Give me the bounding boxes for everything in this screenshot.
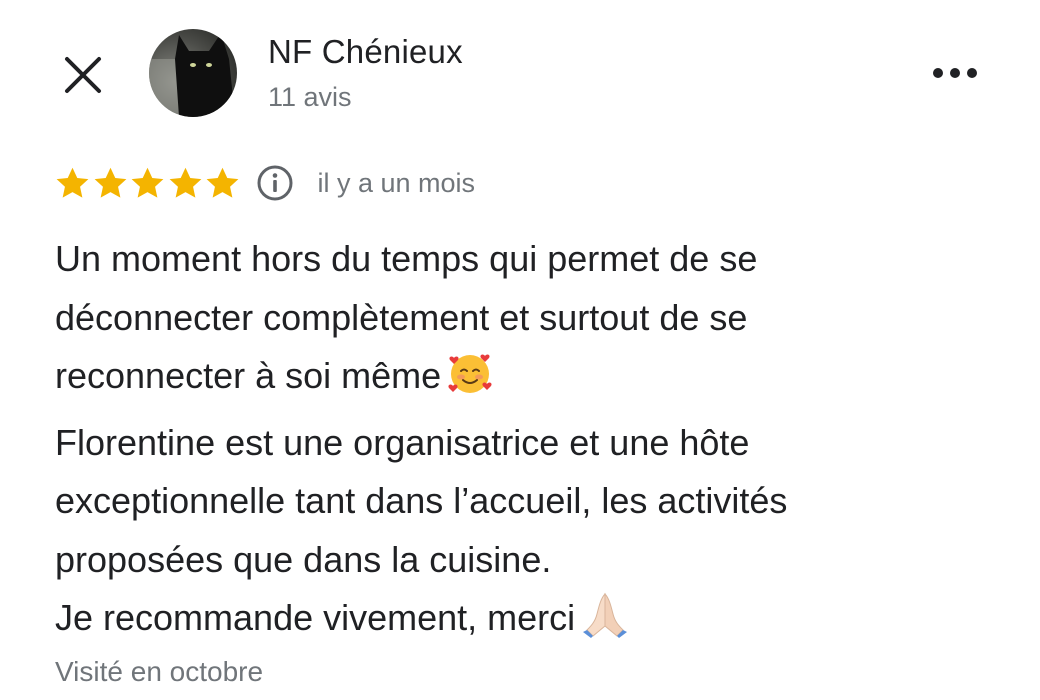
rating-row: il y a un mois: [54, 162, 475, 204]
star-icon: [56, 167, 89, 198]
review-line: reconnecter à soi même: [55, 347, 1015, 414]
avatar[interactable]: [149, 29, 237, 117]
info-icon: [257, 165, 292, 201]
close-button[interactable]: [58, 50, 108, 100]
review-date: il y a un mois: [317, 167, 476, 198]
review-line: Un moment hors du temps qui permet de se: [55, 238, 758, 279]
review-line: exceptionnelle tant dans l’accueil, les …: [55, 480, 788, 521]
review-text: Un moment hors du temps qui permet de se…: [55, 230, 1015, 656]
folded-hands-emoji: [581, 590, 629, 656]
review-line: Je recommande vivement, merci: [55, 589, 1015, 656]
more-horizontal-icon: [933, 68, 977, 78]
star-rating: [54, 165, 242, 202]
more-options-button[interactable]: [928, 55, 982, 91]
star-icon: [94, 167, 126, 198]
star-icon: [169, 167, 201, 198]
review-line: proposées que dans la cuisine.: [55, 538, 552, 580]
review-line: Florentine est une organisatrice et une …: [55, 421, 750, 463]
review-card: NF Chénieux 11 avis il y a un mois Un mo…: [0, 0, 1040, 700]
smiling-face-with-hearts-emoji: [447, 350, 493, 414]
visit-date: Visité en octobre: [55, 656, 264, 687]
author-name[interactable]: NF Chénieux: [268, 33, 463, 71]
review-line: déconnecter complètement et surtout de s…: [55, 296, 748, 338]
info-button[interactable]: [256, 164, 294, 202]
star-icon: [206, 167, 239, 198]
author-review-count: 11 avis: [268, 82, 352, 112]
close-icon: [65, 57, 101, 93]
star-icon: [131, 167, 164, 198]
cat-photo-icon: [149, 29, 237, 117]
